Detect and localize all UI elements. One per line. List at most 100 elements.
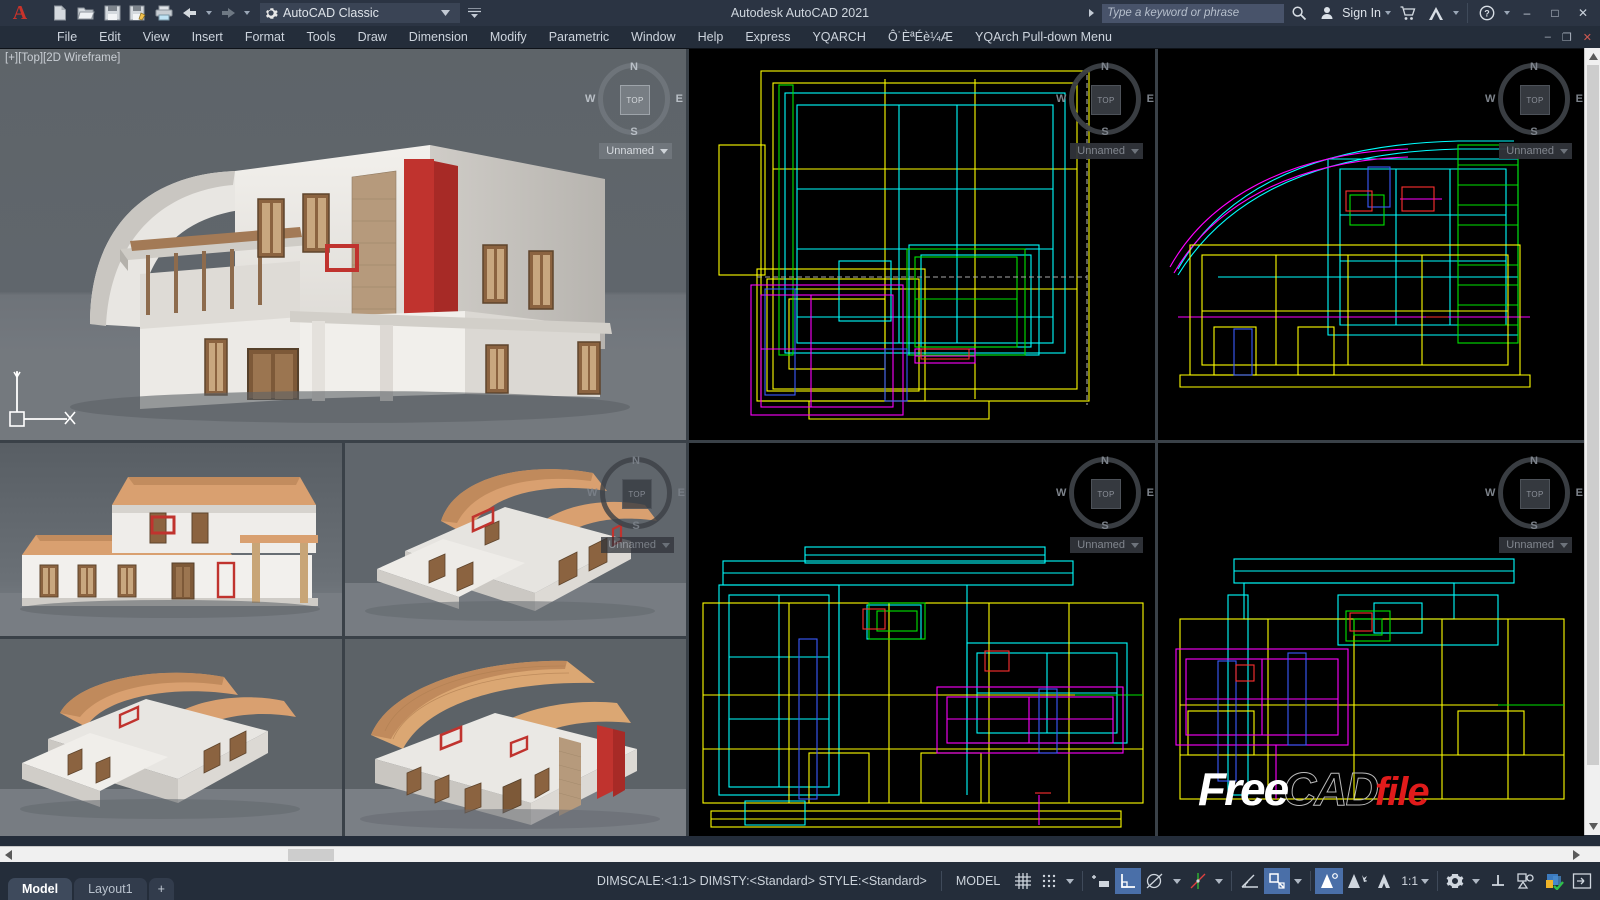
view-cube-7[interactable]: TOP N S E W [1498,457,1570,529]
view-cube-south-6[interactable]: S [1101,520,1108,532]
menu-yqarch-pulldown[interactable]: YQArch Pull-down Menu [964,28,1123,46]
view-cube-north-5[interactable]: N [632,455,640,467]
view-name-dropdown-3[interactable]: Unnamed [1499,143,1572,159]
object-snap-tracking-toggle[interactable] [1185,868,1211,894]
menu-edit[interactable]: Edit [88,28,132,46]
undo-dropdown-icon[interactable] [204,2,214,24]
user-avatar-icon[interactable] [1314,0,1340,26]
menu-express[interactable]: Express [734,28,801,46]
workspace-dropdown-icon[interactable] [435,10,456,16]
infer-constraints-toggle[interactable] [1087,868,1115,894]
view-cube-west-6[interactable]: W [1056,487,1066,499]
customization-button[interactable] [1540,868,1568,894]
scroll-down-arrow-icon[interactable] [1585,818,1600,835]
search-expand-icon[interactable] [1089,9,1094,17]
vertical-scrollbar-thumb[interactable] [1587,65,1599,765]
view-cube-north-2[interactable]: N [1101,61,1109,73]
menu-yqarch[interactable]: YQARCH [801,28,876,46]
view-cube-south-1[interactable]: S [630,126,637,138]
plot-icon[interactable] [152,2,176,24]
view-cube-south-7[interactable]: S [1530,520,1537,532]
sign-in-dropdown-icon[interactable] [1383,2,1393,24]
view-cube-west-7[interactable]: W [1485,487,1495,499]
menu-help[interactable]: Help [687,28,735,46]
qat-customize-icon[interactable] [468,8,481,18]
help-icon[interactable]: ? [1474,0,1500,26]
annotation-visibility-toggle[interactable] [1315,868,1343,894]
view-cube-west-3[interactable]: W [1485,93,1495,105]
view-cube-west-2[interactable]: W [1056,93,1066,105]
view-name-dropdown-6[interactable]: Unnamed [1070,537,1143,553]
vertical-scrollbar[interactable] [1584,48,1600,835]
scroll-up-arrow-icon[interactable] [1585,48,1600,65]
view-cube-east-6[interactable]: E [1147,487,1154,499]
view-cube-east-7[interactable]: E [1576,487,1583,499]
view-cube-north-3[interactable]: N [1530,61,1538,73]
grid-display-toggle[interactable] [1010,868,1036,894]
minimize-window-button[interactable]: – [1514,0,1540,26]
menu-window[interactable]: Window [620,28,686,46]
view-cube-5[interactable]: TOP N S E W [600,457,672,529]
sign-in-button[interactable]: Sign In [1342,6,1381,20]
horizontal-scrollbar[interactable] [0,846,1600,862]
tab-model[interactable]: Model [8,878,72,900]
redo-dropdown-icon[interactable] [242,2,252,24]
new-file-icon[interactable] [48,2,72,24]
view-cube-face-top-2[interactable]: TOP [1091,85,1121,115]
view-cube-north-7[interactable]: N [1530,455,1538,467]
viewport-top-middle[interactable]: TOP N S E W Unnamed [689,49,1155,440]
polar-tracking-toggle[interactable] [1141,868,1169,894]
view-cube-north-1[interactable]: N [630,61,638,73]
menu-dimension[interactable]: Dimension [398,28,479,46]
doc-restore-button[interactable]: ❐ [1558,31,1576,44]
fullscreen-toggle[interactable] [1568,868,1596,894]
horizontal-scrollbar-thumb[interactable] [288,849,334,861]
autodesk-app-icon[interactable] [1423,0,1449,26]
autodesk-app-dropdown-icon[interactable] [1451,2,1461,24]
menu-parametric[interactable]: Parametric [538,28,620,46]
doc-close-button[interactable]: ✕ [1579,31,1596,44]
save-icon[interactable] [100,2,124,24]
viewport-bottom-middle[interactable]: TOP N S E W Unnamed [689,443,1155,836]
menu-file[interactable]: File [46,28,88,46]
menu-draw[interactable]: Draw [347,28,398,46]
workspace-dropdown-status-icon[interactable] [1468,868,1484,894]
viewport-mid-left[interactable] [0,443,342,636]
snap-dropdown-icon[interactable] [1062,868,1078,894]
snap-mode-toggle[interactable] [1036,868,1062,894]
view-cube-north-6[interactable]: N [1101,455,1109,467]
angle-snap-icon[interactable] [1236,868,1264,894]
open-file-icon[interactable] [74,2,98,24]
view-cube-3[interactable]: TOP N S E W [1498,63,1570,135]
viewport-top-right[interactable]: TOP N S E W Unnamed [1158,49,1584,440]
help-dropdown-icon[interactable] [1502,2,1512,24]
viewport-bottom-center-left[interactable] [345,639,686,836]
drawing-area[interactable]: [+][Top][2D Wireframe] TOP N S E W Unnam… [0,48,1584,835]
view-cube-west-1[interactable]: W [585,93,595,105]
viewport-mid-center-left[interactable]: TOP N S E W Unnamed [345,443,686,636]
view-cube-south-2[interactable]: S [1101,126,1108,138]
menu-view[interactable]: View [132,28,181,46]
autoscale-toggle[interactable] [1343,868,1371,894]
annotation-scale-icon[interactable] [1371,868,1397,894]
save-as-icon[interactable] [126,2,150,24]
viewport-top-left[interactable]: [+][Top][2D Wireframe] TOP N S E W Unnam… [0,49,686,440]
menu-cjk-garbled[interactable]: Ô˙ÈªÉè¼Æ [877,28,964,46]
view-cube-east-5[interactable]: E [678,487,685,499]
view-cube-south-5[interactable]: S [632,520,639,532]
view-cube-west-5[interactable]: W [587,487,597,499]
workspace-selector[interactable]: AutoCAD Classic [260,3,460,23]
osnap-dropdown-icon[interactable] [1290,868,1306,894]
isolate-objects-button[interactable] [1512,868,1540,894]
menu-modify[interactable]: Modify [479,28,538,46]
view-cube-face-top-7[interactable]: TOP [1520,479,1550,509]
redo-icon[interactable] [216,2,240,24]
scroll-right-arrow-icon[interactable] [1568,847,1584,863]
osnap-track-dropdown-icon[interactable] [1211,868,1227,894]
view-cube-face-top-5[interactable]: TOP [622,479,652,509]
add-layout-button[interactable]: + [149,878,174,900]
viewport-bottom-right[interactable]: Free CAD file TOP N S E W Unnamed [1158,443,1584,836]
workspace-switching-button[interactable] [1442,868,1468,894]
polar-dropdown-icon[interactable] [1169,868,1185,894]
view-cube-face-top-1[interactable]: TOP [620,85,650,115]
